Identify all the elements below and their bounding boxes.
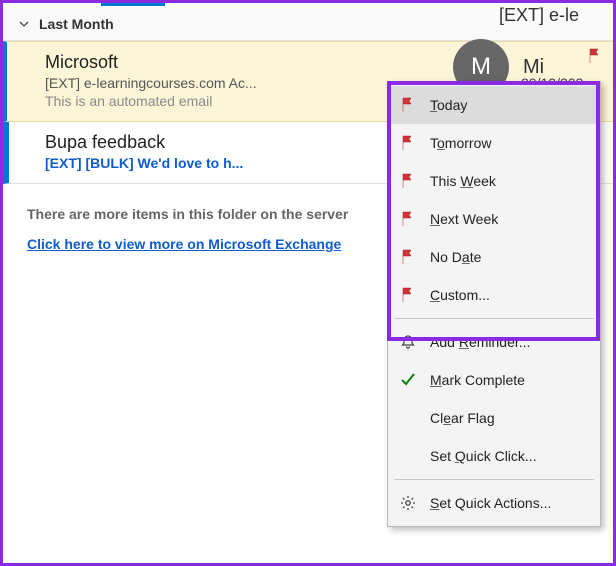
menu-separator <box>394 318 594 319</box>
menu-label: Next Week <box>430 211 498 227</box>
menu-set-quick-actions[interactable]: Set Quick Actions... <box>388 484 600 522</box>
tab-indicator <box>101 3 165 6</box>
menu-tomorrow[interactable]: Tomorrow <box>388 124 600 162</box>
menu-next-week[interactable]: Next Week <box>388 200 600 238</box>
menu-label: Clear Flag <box>430 410 495 426</box>
menu-set-quick-click[interactable]: Set Quick Click... <box>388 437 600 475</box>
menu-clear-flag[interactable]: Clear Flag <box>388 399 600 437</box>
menu-label: Mark Complete <box>430 372 525 388</box>
gear-icon <box>398 493 418 513</box>
menu-label: Tomorrow <box>430 135 491 151</box>
flag-icon <box>398 285 418 305</box>
flag-icon <box>398 95 418 115</box>
menu-add-reminder[interactable]: Add Reminder... <box>388 323 600 361</box>
check-icon <box>398 370 418 390</box>
menu-custom[interactable]: Custom... <box>388 276 600 314</box>
menu-label: Set Quick Actions... <box>430 495 551 511</box>
email-subject: [EXT] [BULK] We'd love to h... <box>45 155 243 171</box>
blank-icon <box>398 408 418 428</box>
reading-subject-prefix: [EXT] e-le <box>499 5 579 26</box>
group-header-label: Last Month <box>39 16 114 32</box>
chevron-down-icon <box>17 17 31 31</box>
menu-label: This Week <box>430 173 496 189</box>
flag-icon <box>398 133 418 153</box>
menu-label: Today <box>430 97 467 113</box>
menu-this-week[interactable]: This Week <box>388 162 600 200</box>
flag-context-menu: Today Tomorrow This Week Next Week No Da… <box>387 81 601 527</box>
email-subject: [EXT] e-learningcourses.com Ac... <box>45 75 257 91</box>
flag-icon <box>398 209 418 229</box>
reading-sender: Mi <box>523 56 544 79</box>
menu-label: Custom... <box>430 287 490 303</box>
menu-no-date[interactable]: No Date <box>388 238 600 276</box>
menu-mark-complete[interactable]: Mark Complete <box>388 361 600 399</box>
menu-label: Add Reminder... <box>430 334 530 350</box>
menu-separator <box>394 479 594 480</box>
avatar-initial: M <box>471 53 491 81</box>
flag-icon <box>398 171 418 191</box>
menu-label: Set Quick Click... <box>430 448 537 464</box>
menu-label: No Date <box>430 249 481 265</box>
blank-icon <box>398 446 418 466</box>
flag-icon <box>398 247 418 267</box>
bell-icon <box>398 332 418 352</box>
menu-today[interactable]: Today <box>388 86 600 124</box>
